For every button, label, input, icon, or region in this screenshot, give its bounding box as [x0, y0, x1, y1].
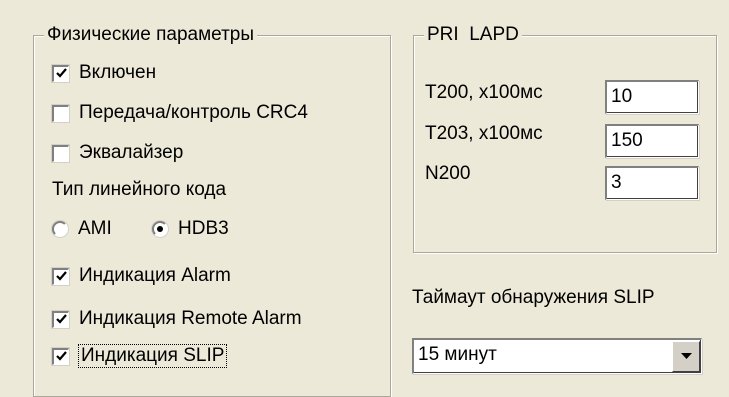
crc4-checkbox-row[interactable]: Передача/контроль CRC4	[52, 102, 308, 124]
check-mark-icon	[55, 271, 67, 281]
ami-radio[interactable]	[52, 221, 68, 237]
slip-checkbox-row[interactable]: Индикация SLIP	[52, 344, 228, 368]
slip-timeout-dropdown-button[interactable]	[672, 341, 700, 372]
enabled-checkbox-row[interactable]: Включен	[52, 62, 156, 84]
slip-timeout-select[interactable]: 15 минут	[412, 338, 702, 374]
line-code-label: Тип линейного кода	[52, 179, 227, 200]
pri-lapd-title: PRI LAPD	[424, 23, 522, 47]
crc4-label: Передача/контроль CRC4	[79, 102, 308, 123]
alarm-checkbox[interactable]	[52, 267, 69, 285]
radio-selected-dot-icon	[157, 226, 163, 232]
equalizer-checkbox[interactable]	[52, 144, 69, 162]
alarm-label: Индикация Alarm	[79, 265, 231, 286]
chevron-down-icon	[680, 353, 692, 359]
equalizer-checkbox-row[interactable]: Эквалайзер	[52, 142, 183, 164]
slip-label: Индикация SLIP	[77, 344, 228, 368]
check-mark-icon	[55, 314, 67, 324]
physical-params-title: Физические параметры	[44, 23, 258, 47]
remote-alarm-checkbox[interactable]	[52, 310, 69, 328]
enabled-checkbox[interactable]	[52, 64, 69, 82]
ami-label: AMI	[78, 218, 112, 239]
crc4-checkbox[interactable]	[52, 104, 69, 122]
t203-label: T203, x100мс	[425, 123, 543, 144]
equalizer-label: Эквалайзер	[79, 142, 184, 163]
alarm-checkbox-row[interactable]: Индикация Alarm	[52, 265, 231, 287]
t200-input[interactable]: 10	[605, 80, 699, 114]
ami-radio-row[interactable]: AMI	[52, 218, 112, 240]
enabled-label: Включен	[79, 62, 157, 83]
t200-label: T200, x100мс	[425, 82, 543, 103]
hdb3-label: HDB3	[178, 218, 229, 239]
slip-timeout-label: Таймаут обнаружения SLIP	[412, 287, 655, 308]
t203-input[interactable]: 150	[605, 124, 699, 158]
check-mark-icon	[55, 68, 67, 78]
n200-input[interactable]: 3	[605, 166, 699, 200]
n200-label: N200	[425, 163, 471, 184]
remote-alarm-checkbox-row[interactable]: Индикация Remote Alarm	[52, 308, 302, 330]
hdb3-radio[interactable]	[152, 221, 168, 237]
hdb3-radio-row[interactable]: HDB3	[152, 218, 229, 240]
slip-checkbox[interactable]	[52, 347, 69, 365]
remote-alarm-label: Индикация Remote Alarm	[79, 308, 302, 329]
slip-timeout-value: 15 минут	[418, 344, 497, 365]
check-mark-icon	[55, 351, 67, 361]
physical-params-group: Физические параметры	[33, 23, 391, 397]
